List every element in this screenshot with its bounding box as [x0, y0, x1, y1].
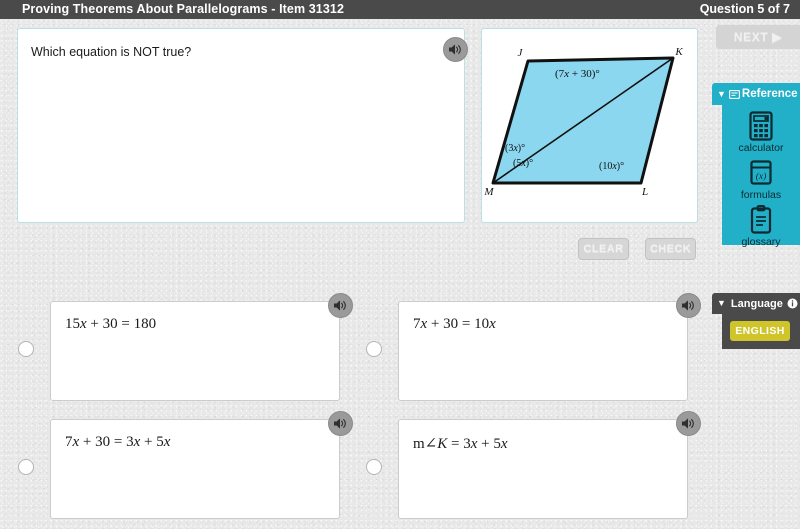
question-counter: Question 5 of 7	[699, 2, 790, 16]
reference-item-formulas[interactable]: (x) formulas	[722, 158, 800, 201]
question-prompt-card: Which equation is NOT true?	[17, 28, 465, 223]
option-box-c[interactable]: 7x + 30 = 3x + 5x	[50, 419, 340, 519]
next-button[interactable]: NEXT ▶	[716, 25, 800, 49]
angle-label-3x: (3x)°	[505, 143, 525, 154]
main-content: Which equation is NOT true? J K L M (7x …	[0, 19, 800, 529]
option-text-d: m∠K = 3x + 5x	[413, 436, 508, 452]
vertex-label-k: K	[674, 46, 683, 58]
option-radio-c[interactable]	[18, 459, 34, 475]
angle-label-j: (7x + 30)°	[555, 68, 600, 80]
reference-item-label: glossary	[741, 236, 781, 248]
option-radio-d[interactable]	[366, 459, 382, 475]
option-text-c: 7x + 30 = 3x + 5x	[65, 434, 171, 450]
geometry-figure-card: J K L M (7x + 30)° (3x)° (5x)° (10x)°	[481, 28, 698, 223]
reference-panel: calculator (x) formulas glossary	[722, 105, 800, 248]
glossary-icon	[722, 205, 800, 235]
angle-label-10x: (10x)°	[599, 161, 624, 172]
reference-tab-label: Reference	[741, 88, 798, 100]
speaker-icon[interactable]	[676, 293, 701, 318]
reference-item-glossary[interactable]: glossary	[722, 205, 800, 248]
app-header: Proving Theorems About Parallelograms - …	[0, 0, 800, 19]
reference-item-label: formulas	[740, 189, 782, 201]
check-button[interactable]: CHECK	[645, 238, 696, 260]
option-text-a: 15x + 30 = 180	[65, 316, 157, 332]
calculator-icon	[722, 111, 800, 141]
speaker-icon[interactable]	[328, 293, 353, 318]
reference-item-calculator[interactable]: calculator	[722, 111, 800, 154]
reference-item-label: calculator	[738, 142, 784, 154]
formulas-icon: (x)	[722, 158, 800, 188]
vertex-label-l: L	[641, 186, 648, 198]
vertex-label-m: M	[483, 186, 494, 198]
question-prompt-text: Which equation is NOT true?	[31, 45, 192, 59]
language-tab[interactable]: ▼ Language	[712, 293, 800, 314]
language-english-button[interactable]: ENGLISH	[730, 321, 790, 341]
option-box-b[interactable]: 7x + 30 = 10x	[398, 301, 688, 401]
next-arrow-icon: ▶	[772, 30, 783, 44]
right-sidebar: NEXT ▶ ▼ Reference calculator (x) formul…	[706, 19, 800, 529]
language-tab-label: Language	[730, 297, 783, 310]
option-text-b: 7x + 30 = 10x	[413, 316, 496, 332]
clear-button[interactable]: CLEAR	[578, 238, 629, 260]
chevron-down-icon: ▼	[717, 298, 726, 308]
info-icon[interactable]	[787, 298, 798, 309]
speaker-icon[interactable]	[443, 37, 468, 62]
option-box-a[interactable]: 15x + 30 = 180	[50, 301, 340, 401]
option-radio-b[interactable]	[366, 341, 382, 357]
angle-label-5x: (5x)°	[513, 158, 533, 169]
language-panel: ENGLISH	[722, 314, 800, 349]
svg-text:(x): (x)	[756, 171, 767, 182]
next-button-label: NEXT	[733, 30, 769, 44]
parallelogram-diagram: J K L M (7x + 30)° (3x)° (5x)° (10x)°	[483, 46, 683, 198]
chevron-down-icon: ▼	[717, 88, 726, 99]
speaker-icon[interactable]	[328, 411, 353, 436]
vertex-label-j: J	[518, 47, 524, 59]
speaker-icon[interactable]	[676, 411, 701, 436]
reference-tab[interactable]: ▼ Reference	[712, 83, 800, 105]
page-title: Proving Theorems About Parallelograms - …	[22, 2, 344, 16]
option-radio-a[interactable]	[18, 341, 34, 357]
option-box-d[interactable]: m∠K = 3x + 5x	[398, 419, 688, 519]
book-icon	[728, 89, 740, 99]
